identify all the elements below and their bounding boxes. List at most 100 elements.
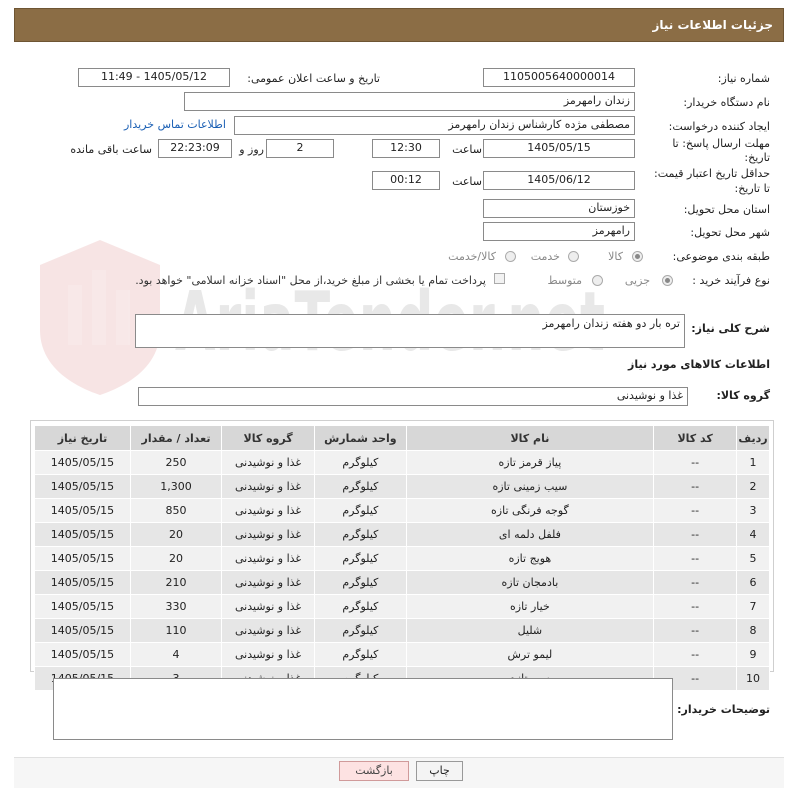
province-label: استان محل تحویل: [683,203,770,216]
remaining-time-field: 22:23:09 [158,139,232,158]
cell-quantity: 20 [129,522,222,547]
cell-code: -- [653,522,738,547]
cell-quantity: 330 [129,594,222,619]
buyer-contact-link[interactable]: اطلاعات تماس خریدار [124,118,226,131]
cell-code: -- [653,450,738,475]
cell-row: 7 [736,594,770,619]
table-row: 4 -- فلفل دلمه ای کیلوگرم غذا و نوشیدنی 20 140… [34,522,770,547]
need-number-label: شماره نیاز: [717,72,770,85]
province-field: خوزستان [483,199,635,218]
buyer-notes-textarea [53,678,673,740]
cell-code: -- [653,618,738,643]
deadline-label-line2: تاریخ: [744,151,770,164]
page-header: جزئیات اطلاعات نیاز [14,8,784,42]
city-label: شهر محل تحویل: [690,226,770,239]
category-option-goods-service: کالا/خدمت [448,250,496,263]
creator-label: ایجاد کننده درخواست: [668,120,770,133]
cell-code: -- [653,570,738,595]
days-label: روز و [239,143,264,156]
cell-name: شلیل [405,618,655,643]
cell-row: 2 [736,474,770,499]
cell-date: 1405/05/15 [34,522,131,547]
category-radio-goods[interactable] [632,251,643,262]
print-button[interactable]: چاپ [416,761,463,781]
cell-code: -- [653,546,738,571]
cell-code: -- [653,498,738,523]
description-textarea: تره بار دو هفته زندان رامهرمز [135,314,685,348]
deadline-time-field: 12:30 [372,139,440,158]
col-header-date: تاریخ نیاز [34,425,131,451]
cell-quantity: 4 [129,642,222,667]
cell-row: 10 [736,666,770,691]
cell-name: بادمجان تازه [405,570,655,595]
announce-label: تاریخ و ساعت اعلان عمومی: [247,72,380,85]
goods-info-title: اطلاعات کالاهای مورد نیاز [628,358,770,371]
col-header-quantity: تعداد / مقدار [129,425,222,451]
validity-date-field: 1405/06/12 [483,171,635,190]
cell-row: 4 [736,522,770,547]
goods-group-field: غذا و نوشیدنی [138,387,688,406]
deadline-label-line1: مهلت ارسال پاسخ: تا [672,137,770,150]
table-row: 3 -- گوجه فرنگی تازه کیلوگرم غذا و نوشیدنی 85… [34,498,770,523]
process-radio-minor[interactable] [662,275,673,286]
treasury-payment-checkbox[interactable] [494,273,505,284]
process-option-medium: متوسط [547,274,582,287]
creator-field: مصطفی مژده کارشناس زندان رامهرمز [234,116,635,135]
cell-unit: کیلوگرم [314,498,407,523]
cell-date: 1405/05/15 [34,498,131,523]
process-radio-medium[interactable] [592,275,603,286]
table-row: 9 -- لیمو ترش کیلوگرم غذا و نوشیدنی 4 1405/05/… [34,642,770,667]
col-header-row: ردیف [736,425,770,451]
cell-unit: کیلوگرم [314,642,407,667]
back-button[interactable]: بازگشت [339,761,409,781]
description-label: شرح کلی نیاز: [691,322,770,335]
cell-group: غذا و نوشیدنی [220,450,316,475]
validity-label-line1: حداقل تاریخ اعتبار قیمت: [654,167,770,180]
page: AriaTender.net جزئیات اطلاعات نیاز شماره… [0,0,788,796]
remaining-days-field: 2 [266,139,334,158]
treasury-payment-text: پرداخت تمام یا بخشی از مبلغ خرید،از محل … [135,274,486,287]
table-row: 5 -- هویج تازه کیلوگرم غذا و نوشیدنی 20 1405/0… [34,546,770,571]
buyer-notes-label: توضیحات خریدار: [677,703,770,716]
process-type-label: نوع فرآیند خرید : [692,274,770,287]
cell-date: 1405/05/15 [34,450,131,475]
validity-time-label: ساعت [452,175,482,188]
buyer-org-label: نام دستگاه خریدار: [683,96,770,109]
city-field: رامهرمز [483,222,635,241]
cell-quantity: 850 [129,498,222,523]
validity-label-line2: تا تاریخ: [734,182,770,195]
cell-code: -- [653,474,738,499]
deadline-time-label: ساعت [452,143,482,156]
cell-row: 9 [736,642,770,667]
cell-name: گوجه فرنگی تازه [405,498,655,523]
cell-group: غذا و نوشیدنی [220,474,316,499]
cell-unit: کیلوگرم [314,594,407,619]
validity-time-field: 00:12 [372,171,440,190]
cell-unit: کیلوگرم [314,450,407,475]
cell-name: لیمو ترش [405,642,655,667]
items-table-header: ردیف کد کالا نام کالا واحد شمارش گروه کا… [34,425,770,451]
cell-name: سیب زمینی تازه [405,474,655,499]
goods-group-label: گروه کالا: [716,389,770,402]
cell-quantity: 20 [129,546,222,571]
cell-date: 1405/05/15 [34,642,131,667]
cell-quantity: 110 [129,618,222,643]
category-radio-service[interactable] [568,251,579,262]
category-radio-goods-service[interactable] [505,251,516,262]
cell-quantity: 1,300 [129,474,222,499]
category-option-service: خدمت [530,250,560,263]
cell-name: هویج تازه [405,546,655,571]
cell-quantity: 210 [129,570,222,595]
category-option-goods: کالا [608,250,623,263]
cell-code: -- [653,594,738,619]
table-row: 7 -- خیار تازه کیلوگرم غذا و نوشیدنی 330 1405/… [34,594,770,619]
cell-row: 8 [736,618,770,643]
cell-date: 1405/05/15 [34,474,131,499]
buyer-org-field: زندان رامهرمز [184,92,635,111]
items-table: ردیف کد کالا نام کالا واحد شمارش گروه کا… [34,425,770,691]
cell-group: غذا و نوشیدنی [220,546,316,571]
cell-date: 1405/05/15 [34,546,131,571]
cell-unit: کیلوگرم [314,474,407,499]
cell-group: غذا و نوشیدنی [220,498,316,523]
table-row: 8 -- شلیل کیلوگرم غذا و نوشیدنی 110 1405/05/15 [34,618,770,643]
